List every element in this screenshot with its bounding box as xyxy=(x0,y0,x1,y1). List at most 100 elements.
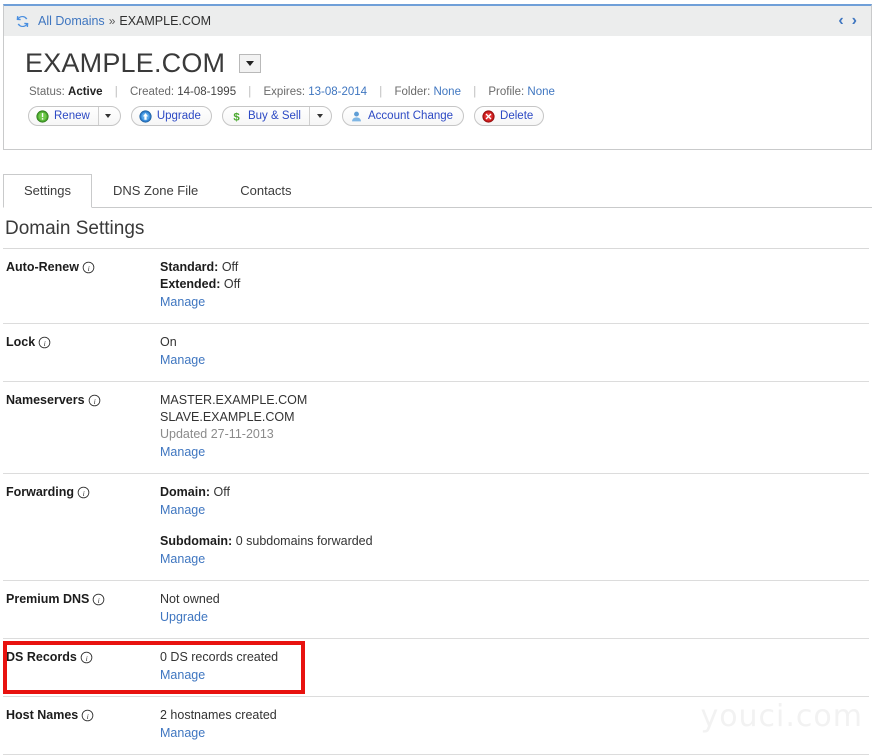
dollar-icon: $ xyxy=(230,110,243,123)
tab-contacts[interactable]: Contacts xyxy=(219,174,312,208)
action-button-dropdown[interactable] xyxy=(98,107,118,125)
action-button-main[interactable]: Account Change xyxy=(345,107,461,125)
settings-value-line: Updated 27-11-2013 xyxy=(160,426,869,443)
settings-link-line: Manage xyxy=(160,550,869,568)
settings-row-label: DS Records xyxy=(6,649,77,665)
renew-alert-icon xyxy=(36,110,49,123)
manage-link[interactable]: Manage xyxy=(160,667,205,684)
info-icon[interactable]: i xyxy=(80,651,93,664)
tab-settings[interactable]: Settings xyxy=(3,174,92,208)
info-icon[interactable]: i xyxy=(82,261,95,274)
settings-row-value-col: 0 DS records createdManage xyxy=(160,649,869,684)
action-button-main[interactable]: $Buy & Sell xyxy=(225,107,309,125)
settings-row-nameservers: Nameservers i MASTER.EXAMPLE.COMSLAVE.EXAM… xyxy=(3,382,869,474)
settings-row-label-col: Locki xyxy=(3,334,160,369)
manage-link[interactable]: Manage xyxy=(160,352,205,369)
settings-value-line: On xyxy=(160,334,869,351)
meta-divider: | xyxy=(379,86,382,98)
section-title: Domain Settings xyxy=(5,218,144,240)
action-button-label: Delete xyxy=(500,110,533,122)
upgrade-link[interactable]: Upgrade xyxy=(160,609,208,626)
svg-text:i: i xyxy=(44,339,46,348)
meta-divider: | xyxy=(248,86,251,98)
expires-label: Expires: xyxy=(264,86,306,98)
user-icon xyxy=(350,110,363,123)
settings-link-line: Manage xyxy=(160,351,869,369)
profile-value-link[interactable]: None xyxy=(527,86,555,98)
settings-value-key: Domain: xyxy=(160,485,210,499)
settings-row-label-col: Forwardingi xyxy=(3,484,160,568)
status-label: Status: xyxy=(29,86,65,98)
settings-row-label-col: DS Recordsi xyxy=(3,649,160,684)
refresh-icon[interactable] xyxy=(15,14,30,29)
settings-rows: Auto-RenewiStandard: OffExtended: Off Man… xyxy=(0,249,875,755)
info-icon[interactable]: i xyxy=(92,593,105,606)
action-button-main[interactable]: Renew xyxy=(31,107,98,125)
info-icon[interactable]: i xyxy=(81,709,94,722)
created-value: 14-08-1995 xyxy=(177,86,236,98)
manage-link[interactable]: Manage xyxy=(160,444,205,461)
action-button-main[interactable]: Upgrade xyxy=(134,107,209,125)
domain-title-row: EXAMPLE.COM xyxy=(4,36,871,77)
action-button-dropdown[interactable] xyxy=(309,107,329,125)
spacer xyxy=(160,519,869,533)
action-button-label: Renew xyxy=(54,110,90,122)
manage-link[interactable]: Manage xyxy=(160,294,205,311)
svg-text:i: i xyxy=(87,712,89,721)
settings-value-line: MASTER.EXAMPLE.COM xyxy=(160,392,869,409)
chevron-left-icon[interactable]: ‹ xyxy=(838,13,843,29)
manage-link[interactable]: Manage xyxy=(160,502,205,519)
breadcrumb-navigation: ‹ › xyxy=(838,13,863,29)
settings-row-label: Nameservers xyxy=(6,392,85,408)
settings-value-key: Extended: xyxy=(160,277,220,291)
action-button-buy-sell[interactable]: $Buy & Sell xyxy=(222,106,332,126)
delete-x-icon xyxy=(482,110,495,123)
created-label: Created: xyxy=(130,86,174,98)
folder-label: Folder: xyxy=(394,86,430,98)
info-icon[interactable]: i xyxy=(88,394,101,407)
settings-row-auto-renew: Auto-RenewiStandard: OffExtended: Off Man… xyxy=(3,249,869,324)
folder-value-link[interactable]: None xyxy=(433,86,461,98)
action-button-main[interactable]: Delete xyxy=(477,107,541,125)
settings-row-label-col: Premium DNSi xyxy=(3,591,160,626)
settings-link-line: Manage xyxy=(160,293,869,311)
action-button-upgrade[interactable]: Upgrade xyxy=(131,106,212,126)
chevron-right-icon[interactable]: › xyxy=(852,13,857,29)
svg-text:i: i xyxy=(93,397,95,406)
settings-value-line: Standard: Off xyxy=(160,259,869,276)
info-icon[interactable]: i xyxy=(38,336,51,349)
tab-dns-zone-file[interactable]: DNS Zone File xyxy=(92,174,219,208)
svg-text:i: i xyxy=(98,596,100,605)
settings-value-text: Off xyxy=(213,485,229,499)
settings-row-value-col: Domain: OffManageSubdomain: 0 subdomains… xyxy=(160,484,869,568)
settings-row-value-col: OnManage xyxy=(160,334,869,369)
settings-value-text: Off xyxy=(222,260,238,274)
action-button-account-change[interactable]: Account Change xyxy=(342,106,464,126)
action-button-label: Upgrade xyxy=(157,110,201,122)
domain-dropdown-button[interactable] xyxy=(239,54,261,73)
manage-link[interactable]: Manage xyxy=(160,551,205,568)
chevron-down-icon xyxy=(105,114,111,118)
settings-value-text: Off xyxy=(224,277,240,291)
settings-row-label-col: Host Namesi xyxy=(3,707,160,742)
info-icon[interactable]: i xyxy=(77,486,90,499)
breadcrumb-all-domains-link[interactable]: All Domains xyxy=(38,14,105,28)
settings-row-label: Lock xyxy=(6,334,35,350)
breadcrumb-bar: All Domains » EXAMPLE.COM ‹ › xyxy=(3,4,872,37)
svg-text:$: $ xyxy=(233,111,240,122)
expires-value-link[interactable]: 13-08-2014 xyxy=(308,86,367,98)
settings-value-line: 0 DS records created xyxy=(160,649,869,666)
profile-label: Profile: xyxy=(488,86,524,98)
settings-link-line: Upgrade xyxy=(160,608,869,626)
tab-strip: SettingsDNS Zone File Contacts xyxy=(3,170,872,208)
action-button-renew[interactable]: Renew xyxy=(28,106,121,126)
tab-label: Contacts xyxy=(240,183,291,198)
manage-link[interactable]: Manage xyxy=(160,725,205,742)
settings-row-value-col: Standard: OffExtended: Off Manage xyxy=(160,259,869,311)
status-badge: Active xyxy=(68,86,103,98)
action-button-delete[interactable]: Delete xyxy=(474,106,544,126)
page-title: EXAMPLE.COM xyxy=(25,50,225,77)
settings-row-label-col: Auto-Renewi xyxy=(3,259,160,311)
settings-row-ds-records: DS Recordsi0 DS records createdManage xyxy=(3,639,869,697)
settings-value-line: SLAVE.EXAMPLE.COM xyxy=(160,409,869,426)
